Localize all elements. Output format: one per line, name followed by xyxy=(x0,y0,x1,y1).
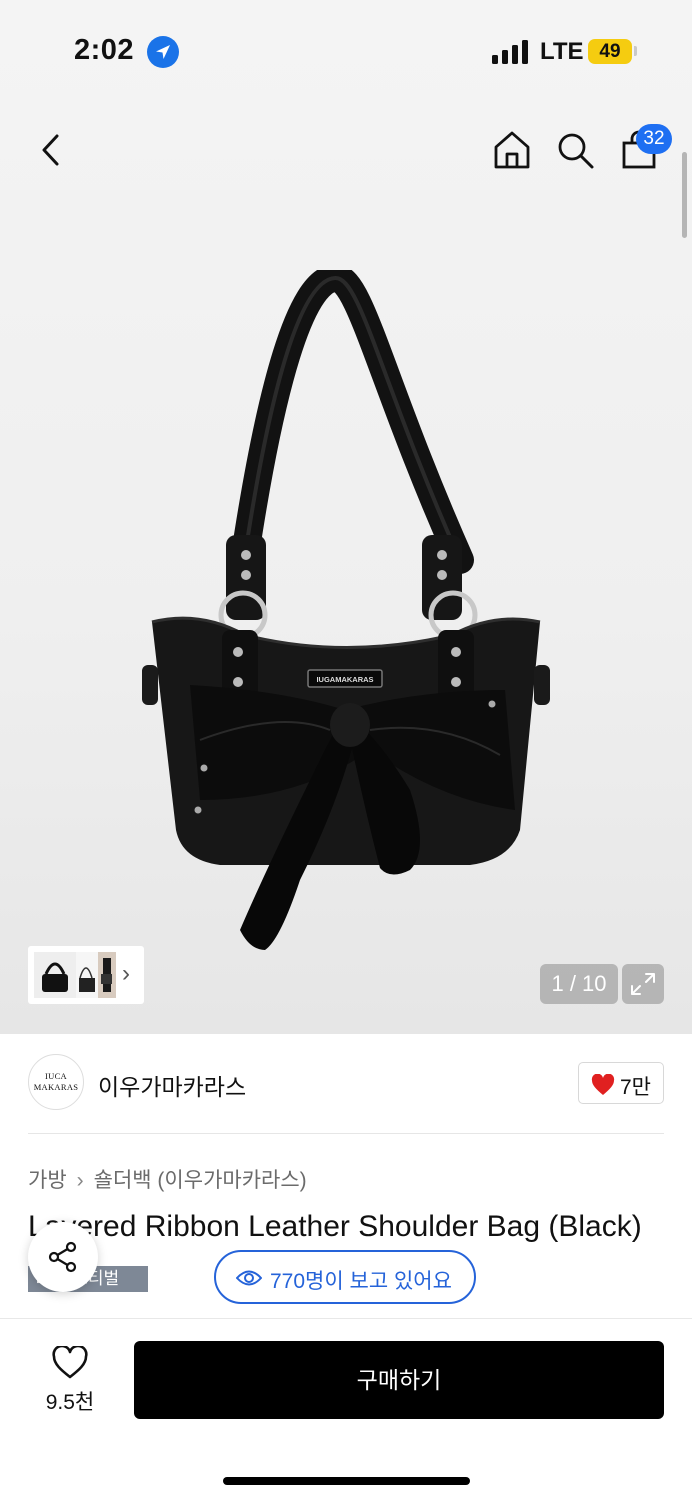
battery-tip xyxy=(634,46,637,56)
breadcrumb-category[interactable]: 가방 xyxy=(28,1169,67,1192)
status-time: 2:02 xyxy=(74,34,135,66)
viewers-indicator: 770명이 보고 있어요 xyxy=(214,1250,476,1304)
brand-logo-line2: MAKARAS xyxy=(33,1082,79,1092)
product-title: Layered Ribbon Leather Shoulder Bag (Bla… xyxy=(28,1210,642,1243)
expand-icon xyxy=(631,973,655,995)
eye-icon xyxy=(236,1270,262,1286)
thumbnail-strip[interactable]: › xyxy=(28,946,144,1004)
signal-icon xyxy=(492,40,528,64)
share-icon xyxy=(48,1241,77,1273)
brand-logo-line1: IUCA xyxy=(45,1071,67,1081)
location-arrow-icon xyxy=(147,36,179,68)
brand-like-count: 7만 xyxy=(620,1076,651,1099)
expand-button[interactable] xyxy=(622,964,664,1004)
breadcrumb-subcategory[interactable]: 숄더백 (이우가마카라스) xyxy=(94,1169,307,1192)
image-counter: 1 / 10 xyxy=(540,964,618,1004)
product-image[interactable]: IUGAMAKARAS xyxy=(140,270,550,960)
scrollbar[interactable] xyxy=(682,152,687,238)
wishlist-count: 9.5천 xyxy=(45,1391,95,1414)
brand-name[interactable]: 이우가마카라스 xyxy=(98,1068,246,1102)
chevron-right-icon: › xyxy=(76,1169,84,1192)
heart-icon xyxy=(52,1346,88,1379)
viewers-text: 770명이 보고 있어요 xyxy=(270,1270,452,1293)
heart-icon xyxy=(591,1074,615,1095)
brand-logo[interactable]: IUCA MAKARAS xyxy=(28,1054,84,1110)
home-indicator[interactable] xyxy=(223,1477,470,1485)
chevron-right-icon[interactable]: › xyxy=(122,960,130,988)
search-icon xyxy=(558,133,594,169)
thumbnail-2[interactable] xyxy=(76,952,98,998)
network-label: LTE xyxy=(540,38,584,65)
back-icon xyxy=(42,134,59,166)
back-button[interactable] xyxy=(30,128,74,172)
brand-plaque-text: IUGAMAKARAS xyxy=(316,675,373,684)
buy-button[interactable]: 구매하기 xyxy=(134,1341,664,1419)
wishlist-button[interactable]: 9.5천 xyxy=(40,1344,100,1414)
home-button[interactable] xyxy=(490,128,534,172)
battery-indicator: 49 xyxy=(588,39,632,64)
thumbnail-3[interactable] xyxy=(98,952,116,998)
breadcrumb: 가방 › 숄더백 (이우가마카라스) xyxy=(28,1164,307,1194)
share-button[interactable] xyxy=(28,1222,98,1292)
thumbnail-1[interactable] xyxy=(34,952,76,998)
search-button[interactable] xyxy=(553,128,597,172)
cart-count-badge: 32 xyxy=(636,124,672,154)
divider xyxy=(28,1133,664,1134)
home-icon xyxy=(494,131,530,169)
bottom-bar-divider xyxy=(0,1318,692,1319)
brand-like-button[interactable]: 7만 xyxy=(578,1062,664,1104)
